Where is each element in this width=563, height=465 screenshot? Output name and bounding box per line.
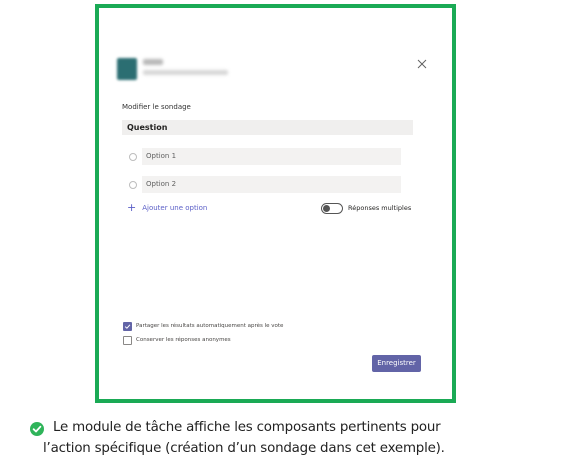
caption-text: Le module de tâche affiche les composant… xyxy=(43,417,533,459)
caption-line-2: l’action spécifique (création d’un sonda… xyxy=(43,441,445,456)
add-option-label: Ajouter une option xyxy=(142,204,208,212)
toggle-knob xyxy=(323,205,330,212)
option-1-input[interactable]: Option 1 xyxy=(142,148,401,165)
multiple-responses-toggle[interactable] xyxy=(321,203,343,214)
anonymous-responses-checkbox[interactable] xyxy=(123,336,132,345)
multiple-responses-label: Réponses multiples xyxy=(348,204,412,212)
check-circle-icon xyxy=(30,421,44,436)
section-title: Modifier le sondage xyxy=(122,103,191,111)
app-avatar xyxy=(117,58,137,80)
checkmark-icon xyxy=(124,324,131,329)
save-button[interactable]: Enregistrer xyxy=(372,355,421,372)
question-input[interactable]: Question xyxy=(122,120,413,135)
close-icon[interactable] xyxy=(415,56,429,70)
option-2-input[interactable]: Option 2 xyxy=(142,176,401,193)
plus-icon: + xyxy=(127,201,137,214)
app-subtitle-blurred xyxy=(143,70,228,75)
option-2-radio xyxy=(129,181,137,189)
caption-line-1: Le module de tâche affiche les composant… xyxy=(53,420,441,435)
anonymous-responses-label: Conserver les réponses anonymes xyxy=(136,337,231,343)
option-1-radio xyxy=(129,153,137,161)
app-name-blurred xyxy=(143,59,163,65)
share-results-label: Partager les résultats automatiquement a… xyxy=(136,323,284,329)
add-option-button[interactable]: + Ajouter une option xyxy=(127,201,208,214)
share-results-checkbox[interactable] xyxy=(123,322,132,331)
task-module-dialog: Modifier le sondage Question Option 1 Op… xyxy=(95,4,456,403)
